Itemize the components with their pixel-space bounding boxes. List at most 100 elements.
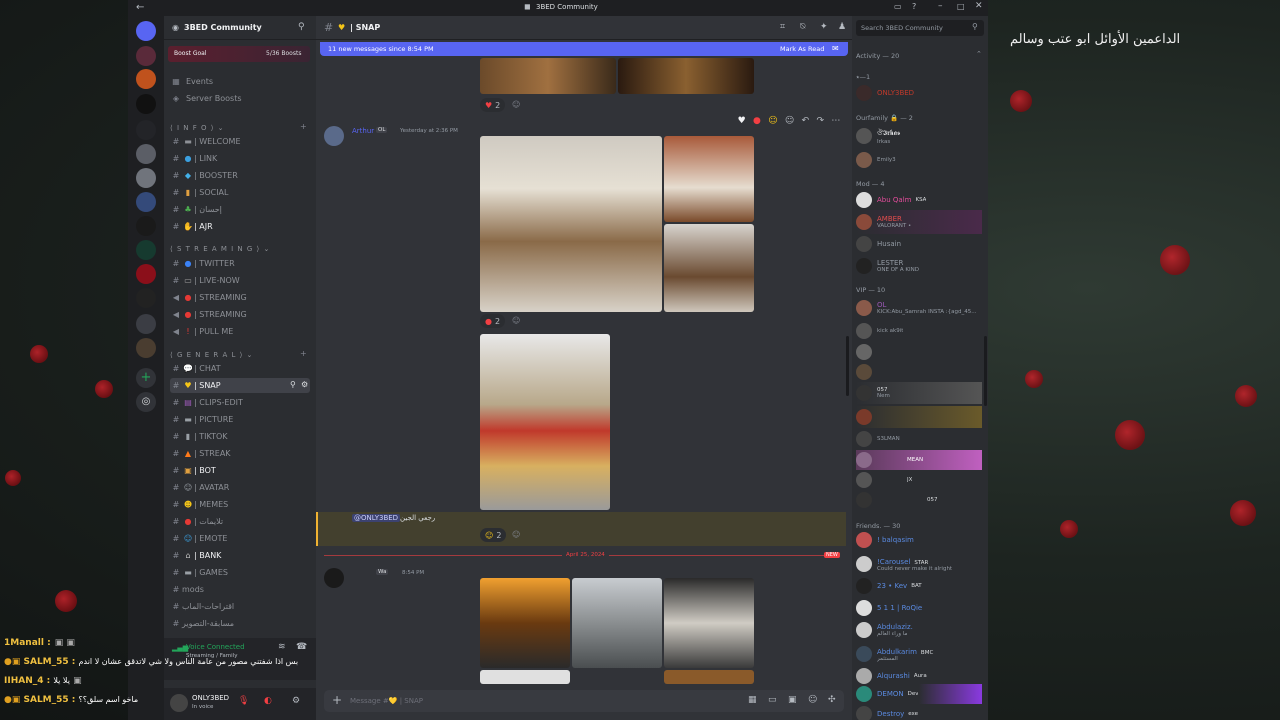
add-reaction-icon[interactable]: ☺ (512, 100, 520, 109)
member-item[interactable]: Abu Qalm KSA (856, 190, 982, 210)
member-item[interactable]: OL KICK:Abu_Samrah INSTA :{agd_45... (856, 296, 982, 320)
emoji-icon[interactable]: ☺ (808, 695, 817, 705)
mark-as-read-button[interactable]: Mark As Read (780, 45, 824, 53)
activity-header[interactable]: Activity — 20 (856, 52, 899, 60)
channel-streaming-1[interactable]: ◀ ● | STREAMING (170, 290, 310, 305)
channel-bot[interactable]: # ▣ | BOT (170, 463, 310, 478)
member-item[interactable]: !Carousel STAR Could never make it alright (856, 552, 982, 576)
server-boosts-link[interactable]: ◈ Server Boosts (170, 91, 310, 106)
heart-react-icon[interactable]: ♥ (738, 116, 746, 130)
image-attachment[interactable] (480, 670, 570, 684)
member-item[interactable]: kick ak9it (856, 320, 982, 342)
image-attachment[interactable] (664, 136, 754, 222)
member-item[interactable]: Abdulaziz. ما وراء العالم (856, 618, 982, 642)
image-attachment[interactable] (480, 58, 616, 94)
member-item[interactable]: ! balqasim (856, 530, 982, 550)
channel-bank[interactable]: # ⌂ | BANK (170, 548, 310, 563)
channel-memes[interactable]: # ☻ | MEMES (170, 497, 310, 512)
server-icon[interactable] (136, 94, 156, 114)
channel-streaming-2[interactable]: ◀ ● | STREAMING (170, 307, 310, 322)
inbox-icon[interactable]: ▭ (894, 2, 902, 11)
image-attachment[interactable] (664, 578, 754, 668)
channel-booster[interactable]: # ◆ | BOOSTER (170, 168, 310, 183)
image-attachment[interactable] (664, 670, 754, 684)
category-streaming[interactable]: ⟨ S T R E A M I N G ⟩ ⌄ (170, 245, 270, 253)
gift-icon[interactable]: ▦ (748, 695, 757, 705)
channel-clips-edit[interactable]: # ▤ | CLIPS-EDIT (170, 395, 310, 410)
channel-live-now[interactable]: # ▭ | LIVE-NOW (170, 273, 310, 288)
upload-plus-icon[interactable]: + (332, 693, 342, 707)
minimize-icon[interactable]: – (938, 1, 943, 11)
server-icon[interactable] (136, 168, 156, 188)
discover-icon[interactable]: ◎ (136, 392, 156, 412)
react-emoji-icon[interactable]: ● (753, 116, 761, 130)
server-icon[interactable] (136, 264, 156, 284)
new-messages-bar[interactable]: 11 new messages since 8:54 PM Mark As Re… (320, 42, 848, 56)
channel-talimat[interactable]: # ● | تلايمات (170, 514, 310, 529)
chat-scrollbar[interactable] (846, 336, 849, 396)
channel-welcome[interactable]: # ▬ | WELCOME (170, 134, 310, 149)
member-item[interactable]: Alqurashi Aura (856, 666, 982, 686)
add-channel-icon[interactable]: + (300, 349, 307, 358)
image-attachment[interactable] (480, 136, 662, 312)
member-scrollbar[interactable] (984, 336, 987, 406)
member-item[interactable]: ONLY3BED (856, 83, 982, 103)
channel-snap[interactable]: # ♥ | SNAP ⚲ ⚙ (170, 378, 310, 393)
add-channel-icon[interactable]: + (300, 122, 307, 131)
member-item[interactable]: 057 Nem (856, 382, 982, 404)
author-name[interactable]: Arthur (352, 127, 374, 135)
server-icon[interactable] (136, 46, 156, 66)
image-attachment[interactable] (480, 578, 570, 668)
member-item[interactable]: Abdulkarim BMC المستثمر (856, 642, 982, 666)
channel-ajr[interactable]: # ✋ | AJR (170, 219, 310, 234)
channel-streak[interactable]: # ▲ | STREAK (170, 446, 310, 461)
member-item[interactable]: 23 • Kev BAT (856, 576, 982, 596)
image-attachment[interactable] (572, 578, 662, 668)
server-icon[interactable] (136, 192, 156, 212)
add-reaction-icon[interactable]: ☺ (512, 530, 520, 539)
channel-suggestions[interactable]: # اقتراحات-الماب (170, 599, 310, 614)
threads-icon[interactable]: ⌗ (780, 22, 785, 32)
server-icon[interactable] (136, 314, 156, 334)
gif-icon[interactable]: ▭ (768, 695, 777, 705)
gear-icon[interactable]: ⚙ (301, 380, 308, 389)
server-icon[interactable] (136, 338, 156, 358)
home-button[interactable] (136, 21, 156, 41)
pin-icon[interactable]: ✦ (820, 22, 828, 32)
close-icon[interactable]: ✕ (975, 1, 983, 11)
channel-tiktok[interactable]: # ▮ | TIKTOK (170, 429, 310, 444)
bell-muted-icon[interactable]: ⍉ (800, 22, 805, 32)
channel-mods[interactable]: # mods (170, 582, 310, 597)
forward-icon[interactable]: ↷ (816, 116, 824, 130)
channel-social[interactable]: # ▮ | SOCIAL (170, 185, 310, 200)
member-item[interactable]: DEMON Dev (856, 684, 982, 704)
member-item[interactable] (856, 342, 982, 362)
channel-games[interactable]: # ▬ | GAMES (170, 565, 310, 580)
members-icon[interactable]: ♟ (838, 22, 846, 32)
reaction-chip[interactable]: ♥ 2 (480, 98, 506, 112)
channel-ihsan[interactable]: # ♣ | إحسان (170, 202, 310, 217)
chevron-up-icon[interactable]: ⌃ (976, 50, 982, 58)
invite-icon[interactable]: ⚲ (298, 22, 305, 32)
member-item[interactable]: MEAN (856, 450, 982, 470)
channel-twitter[interactable]: # ● | TWITTER (170, 256, 310, 271)
member-item[interactable]: 057 (856, 490, 982, 510)
member-item[interactable]: Husain (856, 234, 982, 254)
category-info[interactable]: ⟨ I N F O ⟩ ⌄ (170, 124, 225, 132)
help-icon[interactable]: ? (912, 2, 916, 11)
reaction-chip[interactable]: ● 2 (480, 314, 506, 328)
channel-pull-me[interactable]: ◀! | PULL ME (170, 324, 310, 339)
server-header[interactable]: ◉ 3BED Community ⌄ ⚲ (164, 16, 316, 40)
server-icon[interactable] (136, 120, 156, 140)
channel-picture[interactable]: # ▬ | PICTURE (170, 412, 310, 427)
add-reaction-icon[interactable]: ☺ (512, 316, 520, 325)
member-item[interactable] (856, 406, 982, 428)
channel-photo-contest[interactable]: # مسابقة-التصوير (170, 616, 310, 631)
back-arrow-icon[interactable]: ← (136, 2, 144, 13)
category-general[interactable]: ⟨ G E N E R A L ⟩ ⌄ (170, 351, 253, 359)
composer-placeholder[interactable]: Message #💛 | SNAP (350, 697, 423, 705)
react-emoji-icon[interactable]: ☺ (768, 116, 777, 130)
channel-link[interactable]: # ● | LINK (170, 151, 310, 166)
member-item[interactable]: S3LMAN (856, 428, 982, 450)
apps-icon[interactable]: ✣ (828, 695, 836, 705)
